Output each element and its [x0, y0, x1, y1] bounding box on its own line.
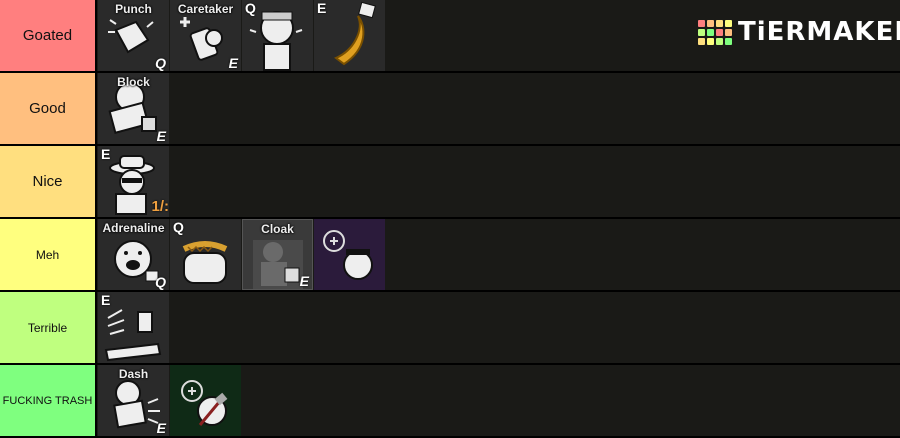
item-name: Block [117, 75, 150, 89]
tier-items: Dash E [97, 365, 241, 436]
tier-item[interactable]: E [314, 0, 385, 71]
tier-label[interactable]: Nice [0, 146, 97, 217]
keybind-label: E [156, 420, 166, 436]
item-name: Punch [115, 2, 152, 16]
tier-items: Adrenaline Q Q Cloak E [97, 219, 385, 290]
tier-item[interactable] [170, 365, 241, 436]
tier-label[interactable]: Goated [0, 0, 97, 71]
logo-grid-cell [716, 37, 723, 45]
item-name: Cloak [261, 222, 294, 236]
item-name: Dash [118, 367, 149, 381]
keybind-label: E [228, 55, 238, 71]
tier-item[interactable]: Block E [98, 73, 169, 144]
tier-item[interactable]: E 1/: [98, 146, 169, 217]
tier-label[interactable]: Meh [0, 219, 97, 290]
tier-item[interactable]: Caretaker E [170, 0, 241, 71]
tier-board: Goated Punch Q Caretaker E Q E Good Block E Nice E 1… [0, 0, 900, 438]
logo-grid-cell [725, 28, 732, 36]
item-name: Adrenaline [102, 221, 165, 235]
tier-row: Good Block E [0, 73, 900, 146]
logo-grid-cell [698, 37, 705, 45]
tier-item[interactable]: Punch Q [98, 0, 169, 71]
keybind-label: E [101, 146, 111, 162]
keybind-label: E [299, 273, 309, 289]
logo-grid-cell [698, 28, 705, 36]
tier-items: E 1/: [97, 146, 169, 217]
keybind-label: Q [155, 274, 166, 290]
tier-row: Meh Adrenaline Q Q Cloak E [0, 219, 900, 292]
logo-grid-cell [725, 19, 732, 27]
logo-grid-cell [725, 37, 732, 45]
charge-badge: 1/: [151, 198, 169, 215]
tier-item[interactable]: Adrenaline Q [98, 219, 169, 290]
tier-item[interactable] [314, 219, 385, 290]
logo-grid-cell [707, 19, 714, 27]
logo-grid-cell [716, 28, 723, 36]
keybind-label: Q [155, 55, 166, 71]
tier-items: Block E [97, 73, 169, 144]
tier-label[interactable]: FUCKING TRASH [0, 365, 97, 436]
logo-grid-icon [698, 19, 732, 45]
logo-grid-cell [716, 19, 723, 27]
tier-row: FUCKING TRASH Dash E [0, 365, 900, 438]
tiermaker-logo[interactable]: TiERMAKER [698, 16, 900, 48]
tier-label[interactable]: Good [0, 73, 97, 144]
tier-items: E [97, 292, 169, 363]
keybind-label: Q [173, 219, 184, 235]
keybind-label: E [101, 292, 111, 308]
tier-item[interactable]: Cloak E [242, 219, 313, 290]
keybind-label: Q [245, 0, 256, 16]
logo-text: TiERMAKER [738, 17, 900, 47]
keybind-label: E [317, 0, 327, 16]
tier-items: Punch Q Caretaker E Q E [97, 0, 385, 71]
tier-row: Terrible E [0, 292, 900, 365]
tier-item[interactable]: Q [242, 0, 313, 71]
tier-item[interactable]: Q [170, 219, 241, 290]
tier-item[interactable]: E [98, 292, 169, 363]
item-name: Caretaker [177, 2, 234, 16]
logo-grid-cell [707, 28, 714, 36]
logo-grid-cell [698, 19, 705, 27]
tier-item[interactable]: Dash E [98, 365, 169, 436]
tier-row: Nice E 1/: [0, 146, 900, 219]
logo-grid-cell [707, 37, 714, 45]
tier-label[interactable]: Terrible [0, 292, 97, 363]
keybind-label: E [156, 128, 166, 144]
